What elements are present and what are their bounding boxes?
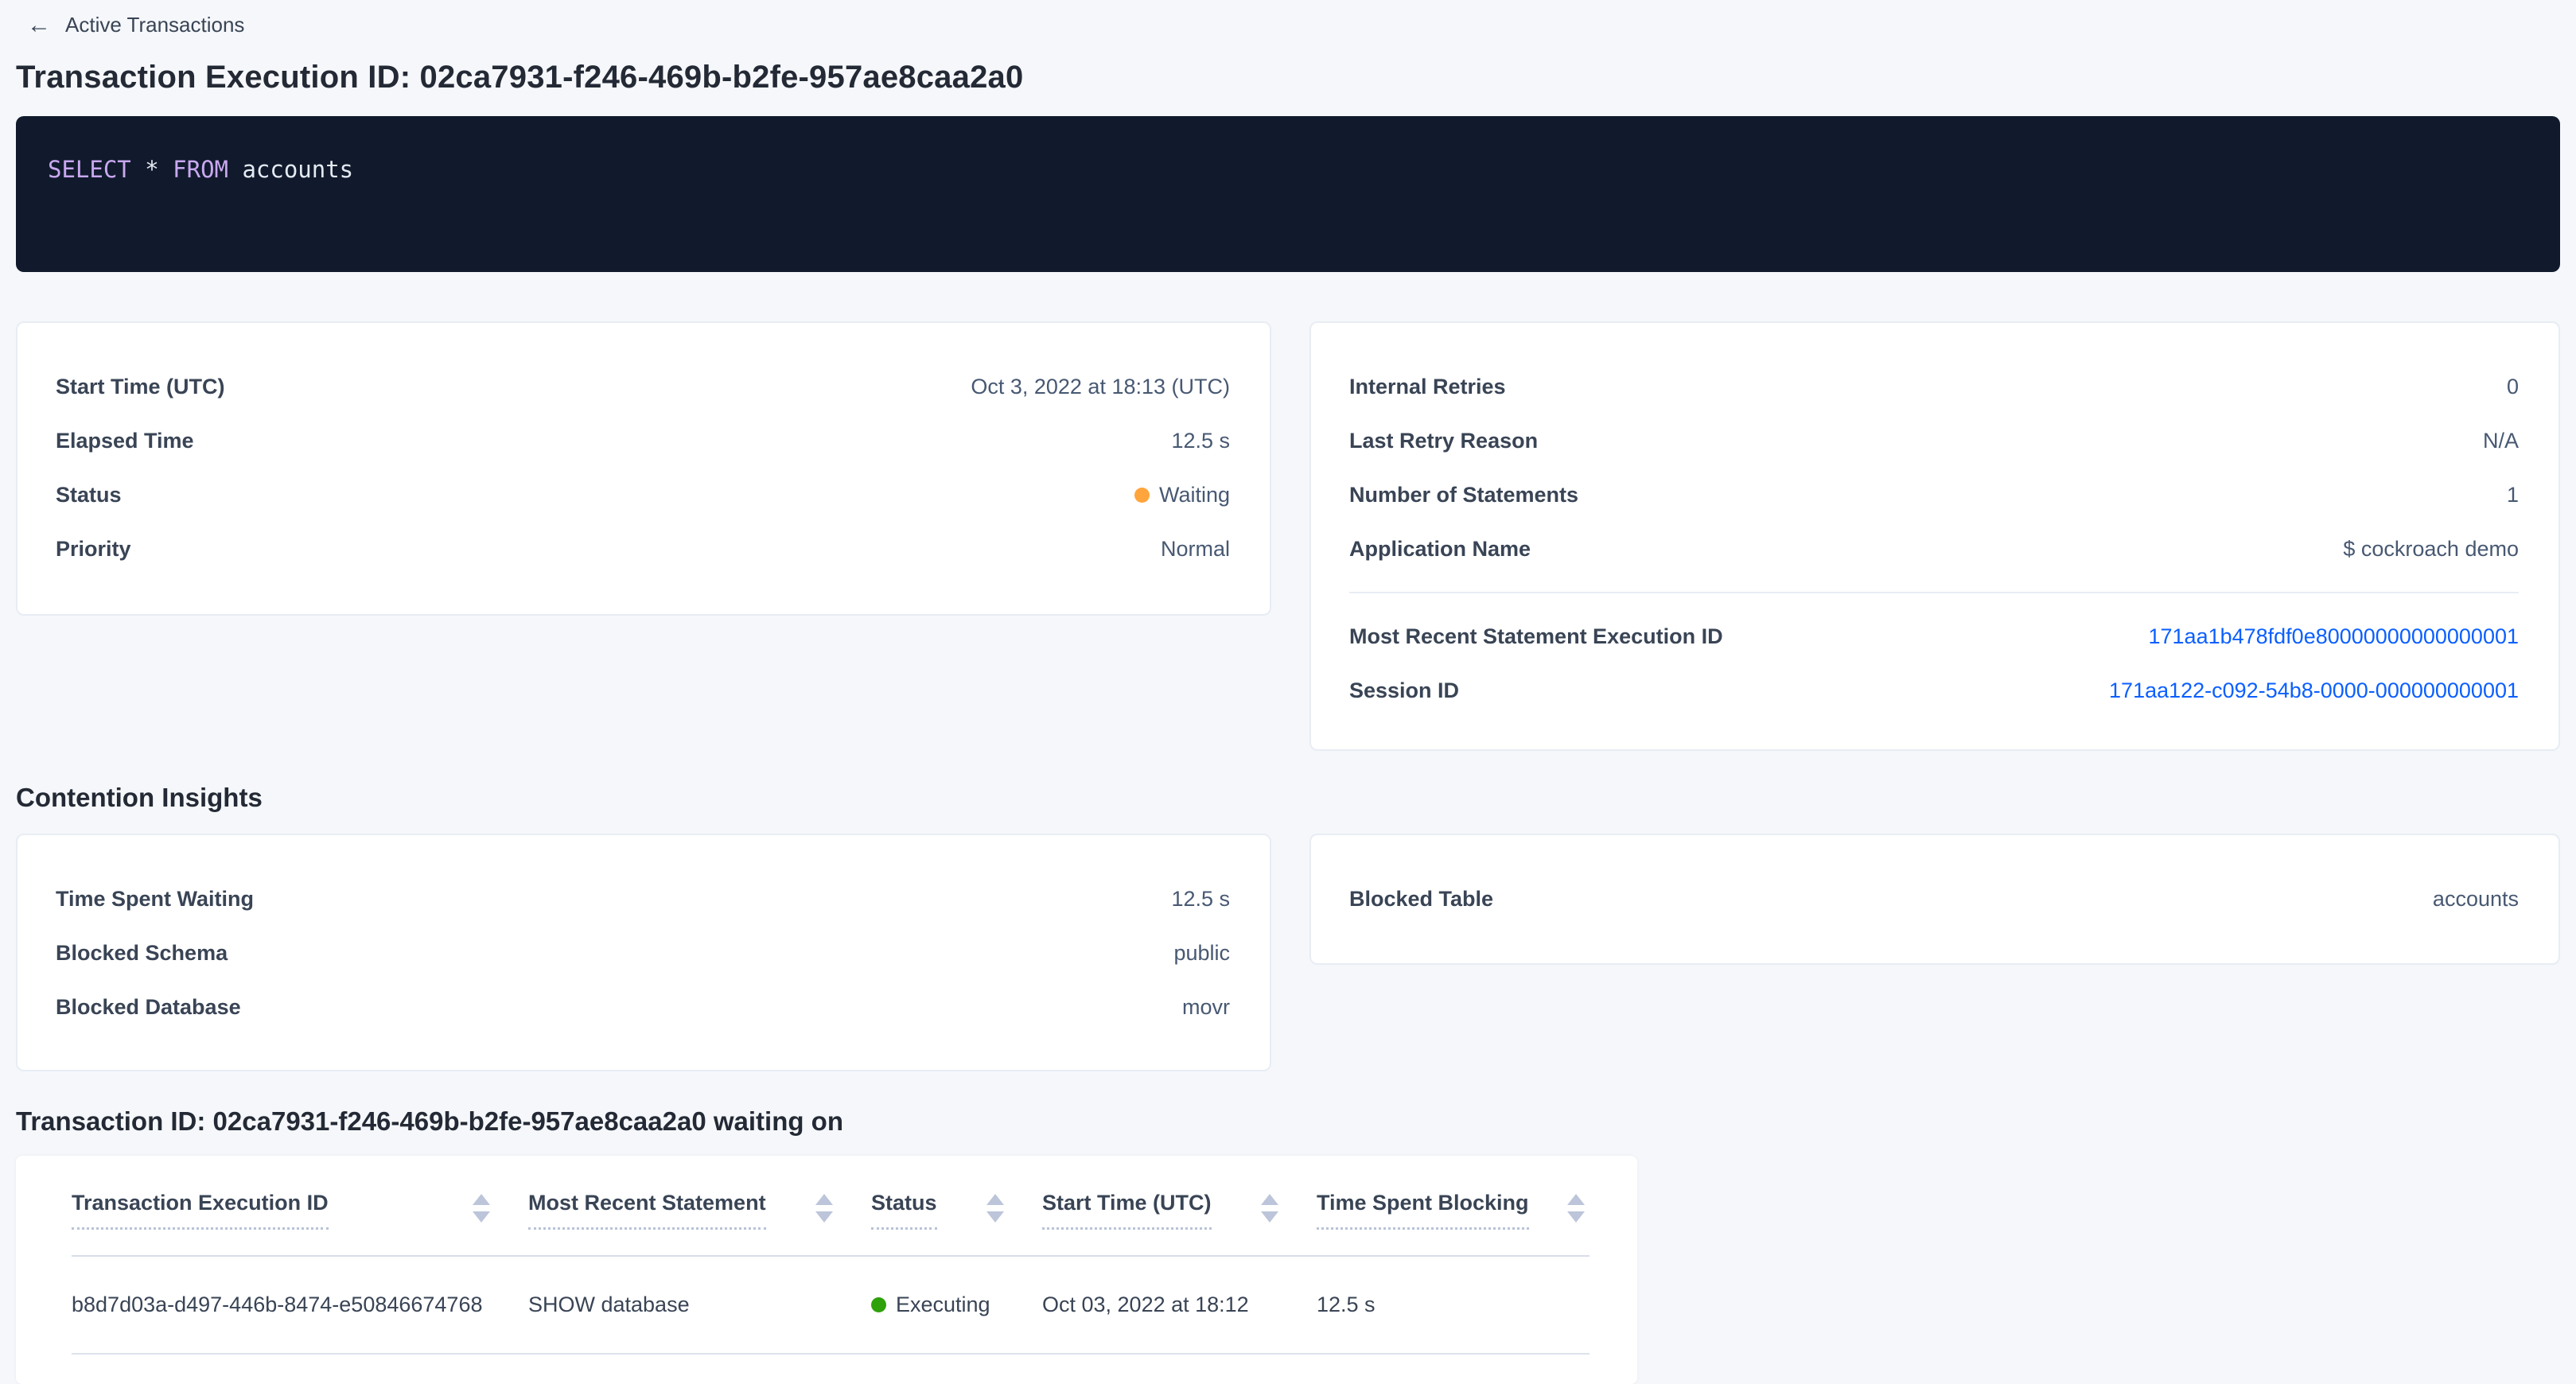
sql-keyword: FROM [173,156,228,183]
column-header-status[interactable]: Status [871,1191,1042,1255]
sort-icon[interactable] [986,1194,1004,1223]
contention-blocked-table-card: Blocked Table accounts [1309,834,2560,965]
column-header-label: Transaction Execution ID [72,1191,329,1230]
blocked-schema-row: Blocked Schema public [56,926,1230,980]
back-arrow-icon: ← [27,14,51,37]
column-header-label: Start Time (UTC) [1042,1191,1212,1230]
time-spent-waiting-row: Time Spent Waiting 12.5 s [56,872,1230,926]
time-spent-waiting-label: Time Spent Waiting [56,887,254,912]
application-name-label: Application Name [1349,537,1531,562]
cell-time-spent-blocking: 12.5 s [1317,1293,1590,1317]
column-header-transaction-execution-id[interactable]: Transaction Execution ID [72,1191,528,1255]
priority-row: Priority Normal [56,522,1230,576]
waiting-on-table: Transaction Execution ID Most Recent Sta… [16,1156,1637,1384]
number-of-statements-value: 1 [2507,483,2519,507]
contention-cards-row: Time Spent Waiting 12.5 s Blocked Schema… [16,834,2560,1071]
internal-retries-row: Internal Retries 0 [1349,360,2519,414]
start-time-row: Start Time (UTC) Oct 3, 2022 at 18:13 (U… [56,360,1230,414]
blocked-table-value: accounts [2433,887,2519,912]
internal-retries-value: 0 [2507,375,2519,399]
blocked-database-value: movr [1182,995,1230,1020]
execution-details-card: Internal Retries 0 Last Retry Reason N/A… [1309,321,2560,751]
sort-icon[interactable] [1567,1194,1585,1223]
blocked-schema-value: public [1173,941,1230,966]
waiting-on-table-header: Transaction Execution ID Most Recent Sta… [72,1156,1590,1257]
start-time-label: Start Time (UTC) [56,375,225,399]
blocked-schema-label: Blocked Schema [56,941,228,966]
cell-most-recent-statement: SHOW database [528,1293,871,1317]
session-id-link[interactable]: 171aa122-c092-54b8-0000-000000000001 [2109,678,2519,703]
column-header-time-spent-blocking[interactable]: Time Spent Blocking [1317,1191,1590,1255]
column-header-label: Most Recent Statement [528,1191,766,1230]
column-header-most-recent-statement[interactable]: Most Recent Statement [528,1191,871,1255]
time-spent-waiting-value: 12.5 s [1171,887,1230,912]
execution-summary-card: Start Time (UTC) Oct 3, 2022 at 18:13 (U… [16,321,1271,616]
breadcrumb-label: Active Transactions [65,13,244,37]
application-name-row: Application Name $ cockroach demo [1349,522,2519,576]
start-time-value: Oct 3, 2022 at 18:13 (UTC) [971,375,1230,399]
status-row: Status Waiting [56,468,1230,522]
number-of-statements-row: Number of Statements 1 [1349,468,2519,522]
sql-statement-box: SELECT * FROM accounts [16,116,2560,272]
blocked-database-row: Blocked Database movr [56,980,1230,1034]
overview-cards-row: Start Time (UTC) Oct 3, 2022 at 18:13 (U… [16,321,2560,751]
column-header-label: Status [871,1191,937,1230]
application-name-value: $ cockroach demo [2343,537,2519,562]
statement-execution-id-row: Most Recent Statement Execution ID 171aa… [1349,609,2519,663]
waiting-status-dot-icon [1134,488,1150,503]
card-divider [1349,592,2519,593]
contention-waiting-card: Time Spent Waiting 12.5 s Blocked Schema… [16,834,1271,1071]
last-retry-reason-value: N/A [2483,429,2519,453]
sql-statement: SELECT * FROM accounts [48,156,2528,183]
last-retry-reason-label: Last Retry Reason [1349,429,1538,453]
blocked-table-label: Blocked Table [1349,887,1493,912]
priority-value: Normal [1161,537,1230,562]
sort-icon[interactable] [815,1194,833,1223]
page-title: Transaction Execution ID: 02ca7931-f246-… [16,60,2560,95]
statement-execution-id-label: Most Recent Statement Execution ID [1349,624,1723,649]
back-link-active-transactions[interactable]: ← Active Transactions [27,0,244,37]
cell-status-text: Executing [896,1293,990,1317]
priority-label: Priority [56,537,131,562]
contention-insights-heading: Contention Insights [16,783,2560,813]
column-header-label: Time Spent Blocking [1317,1191,1529,1230]
table-row: b8d7d03a-d497-446b-8474-e50846674768 SHO… [72,1257,1590,1355]
waiting-on-heading: Transaction ID: 02ca7931-f246-469b-b2fe-… [16,1106,2560,1137]
status-text: Waiting [1159,483,1230,507]
cell-transaction-execution-id: b8d7d03a-d497-446b-8474-e50846674768 [72,1293,528,1317]
blocked-database-label: Blocked Database [56,995,241,1020]
statement-execution-id-link[interactable]: 171aa1b478fdf0e80000000000000001 [2149,624,2520,649]
elapsed-time-label: Elapsed Time [56,429,194,453]
cell-status: Executing [871,1293,1042,1317]
last-retry-reason-row: Last Retry Reason N/A [1349,414,2519,468]
session-id-row: Session ID 171aa122-c092-54b8-0000-00000… [1349,663,2519,717]
executing-status-dot-icon [871,1297,886,1312]
elapsed-time-value: 12.5 s [1171,429,1230,453]
sql-table-name: accounts [228,156,353,183]
internal-retries-label: Internal Retries [1349,375,1506,399]
column-header-start-time[interactable]: Start Time (UTC) [1042,1191,1317,1255]
cell-start-time: Oct 03, 2022 at 18:12 [1042,1293,1317,1317]
session-id-label: Session ID [1349,678,1459,703]
blocked-table-row: Blocked Table accounts [1349,872,2519,926]
sort-icon[interactable] [1261,1194,1278,1223]
status-label: Status [56,483,122,507]
status-value: Waiting [1134,483,1230,507]
elapsed-time-row: Elapsed Time 12.5 s [56,414,1230,468]
sql-keyword: SELECT [48,156,131,183]
number-of-statements-label: Number of Statements [1349,483,1578,507]
sort-icon[interactable] [473,1194,490,1223]
sql-text: * [131,156,173,183]
transaction-details-page: ← Active Transactions Transaction Execut… [0,0,2576,1384]
